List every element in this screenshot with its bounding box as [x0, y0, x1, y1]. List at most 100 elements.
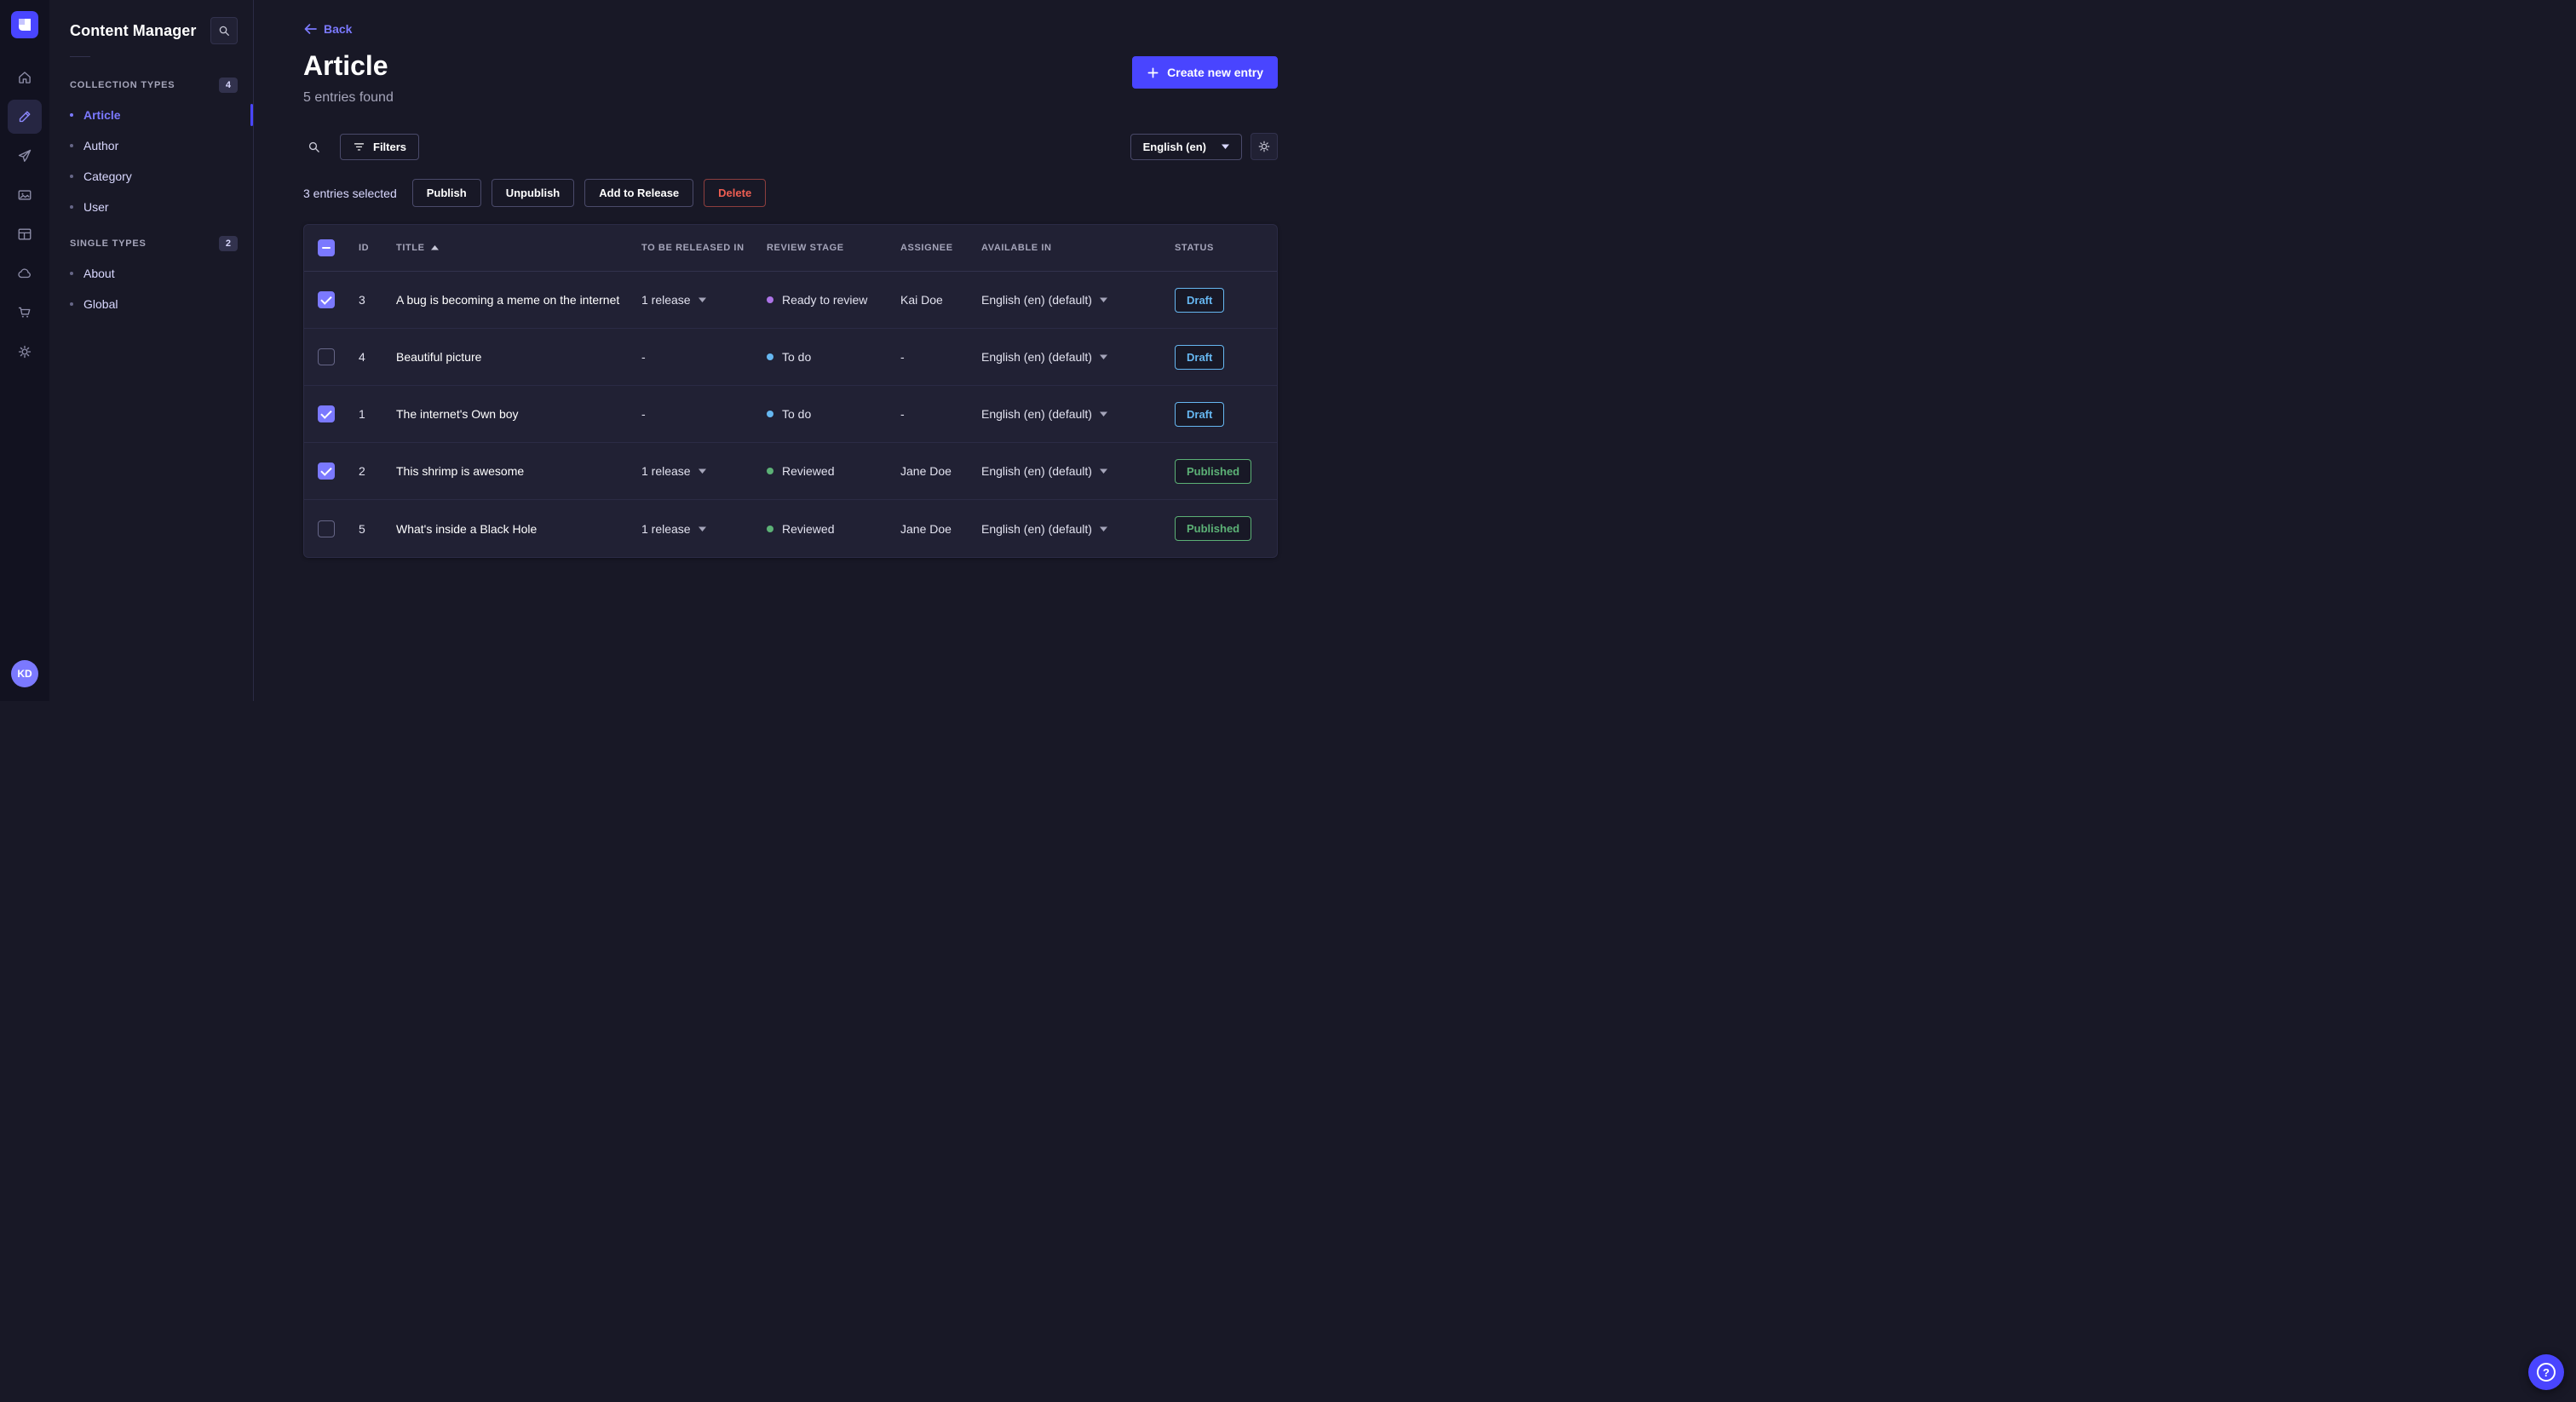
app-root: KD Content Manager COLLECTION TYPES 4 Ar… — [0, 0, 1288, 701]
table-row[interactable]: 5 What's inside a Black Hole 1 release R… — [304, 500, 1277, 557]
row-checkbox[interactable] — [318, 463, 335, 480]
chevron-down-icon — [1099, 468, 1107, 474]
column-header-title[interactable]: TITLE — [396, 243, 641, 253]
row-title[interactable]: This shrimp is awesome — [396, 464, 641, 478]
locale-dropdown[interactable]: English (en) (default) — [981, 293, 1175, 307]
content-type-builder-icon[interactable] — [8, 217, 42, 251]
section-label: SINGLE TYPES — [70, 238, 147, 249]
strapi-logo[interactable] — [11, 11, 38, 38]
assignee: Kai Doe — [900, 293, 943, 307]
release-caret — [698, 468, 706, 474]
content-manager-subnav: Content Manager COLLECTION TYPES 4 Artic… — [49, 0, 254, 701]
subnav-search-button[interactable] — [210, 17, 238, 44]
table-row[interactable]: 4 Beautiful picture - To do - English (e… — [304, 329, 1277, 386]
review-stage: Reviewed — [767, 522, 900, 536]
release-dropdown[interactable]: 1 release — [641, 293, 767, 307]
row-title[interactable]: What's inside a Black Hole — [396, 522, 641, 536]
table-row[interactable]: 1 The internet's Own boy - To do - Engli… — [304, 386, 1277, 443]
assignee: Jane Doe — [900, 464, 952, 478]
user-avatar[interactable]: KD — [11, 660, 38, 687]
sidebar-item-user[interactable]: User — [49, 192, 253, 222]
sidebar-item-label: Global — [83, 297, 118, 311]
sidebar-item-global[interactable]: Global — [49, 289, 253, 319]
unpublish-button[interactable]: Unpublish — [491, 179, 575, 207]
chevron-down-icon — [1099, 297, 1107, 302]
release-caret — [698, 297, 706, 302]
bullet-icon — [70, 144, 73, 147]
status-badge: Published — [1175, 516, 1252, 541]
list-search-button[interactable] — [303, 136, 325, 158]
delete-button[interactable]: Delete — [704, 179, 767, 207]
column-header-available-in: AVAILABLE IN — [981, 243, 1052, 253]
entries-count: 5 entries found — [303, 90, 394, 105]
section-label: COLLECTION TYPES — [70, 80, 175, 90]
chevron-down-icon — [1099, 354, 1107, 359]
row-checkbox[interactable] — [318, 405, 335, 422]
add-to-release-button[interactable]: Add to Release — [584, 179, 694, 207]
help-button[interactable]: ? — [2528, 1354, 2564, 1390]
section-count-badge: 2 — [218, 236, 238, 251]
row-checkbox[interactable] — [318, 520, 335, 537]
subnav-divider — [70, 56, 90, 57]
sidebar-item-label: Article — [83, 108, 121, 122]
home-icon[interactable] — [8, 60, 42, 95]
release-dropdown[interactable]: 1 release — [641, 522, 767, 536]
review-stage-dot — [767, 525, 773, 532]
bullet-icon — [70, 205, 73, 209]
media-library-icon[interactable] — [8, 178, 42, 212]
release-dropdown[interactable]: 1 release — [641, 464, 767, 478]
row-title[interactable]: The internet's Own boy — [396, 407, 641, 421]
column-header-id[interactable]: ID — [359, 243, 396, 253]
column-header-assignee: ASSIGNEE — [900, 243, 953, 253]
filter-icon — [354, 142, 365, 151]
sidebar-item-category[interactable]: Category — [49, 161, 253, 192]
review-stage: Reviewed — [767, 464, 900, 478]
table-row[interactable]: 2 This shrimp is awesome 1 release Revie… — [304, 443, 1277, 500]
chevron-down-icon — [1099, 526, 1107, 531]
bullet-icon — [70, 175, 73, 178]
review-stage-dot — [767, 353, 773, 360]
back-link[interactable]: Back — [303, 22, 352, 36]
settings-gear-icon[interactable] — [8, 335, 42, 369]
marketplace-cart-icon[interactable] — [8, 296, 42, 330]
collection-types-section: COLLECTION TYPES 4 Article Author Catego… — [49, 71, 253, 222]
release-caret — [698, 526, 706, 531]
review-stage-dot — [767, 468, 773, 474]
publish-button[interactable]: Publish — [411, 179, 481, 207]
locale-dropdown[interactable]: English (en) (default) — [981, 407, 1175, 421]
releases-icon[interactable] — [8, 139, 42, 173]
main-nav-rail: KD — [0, 0, 49, 701]
deploy-cloud-icon[interactable] — [8, 256, 42, 290]
page-title-block: Article 5 entries found — [303, 50, 394, 106]
column-header-status: STATUS — [1175, 243, 1214, 253]
create-new-entry-button[interactable]: Create new entry — [1132, 56, 1278, 89]
table-row[interactable]: 3 A bug is becoming a meme on the intern… — [304, 272, 1277, 329]
sidebar-item-label: User — [83, 200, 109, 214]
search-icon — [308, 141, 319, 152]
plus-icon — [1147, 67, 1159, 78]
content-manager-icon[interactable] — [8, 100, 42, 134]
row-checkbox[interactable] — [318, 348, 335, 365]
locale-dropdown[interactable]: English (en) (default) — [981, 522, 1175, 536]
sidebar-item-about[interactable]: About — [49, 258, 253, 289]
row-checkbox[interactable] — [318, 291, 335, 308]
sort-ascending-icon — [430, 245, 439, 250]
row-id: 2 — [359, 464, 365, 478]
release-dropdown[interactable]: - — [641, 350, 767, 364]
sidebar-item-author[interactable]: Author — [49, 130, 253, 161]
locale-dropdown[interactable]: English (en) (default) — [981, 464, 1175, 478]
filters-button[interactable]: Filters — [340, 133, 420, 160]
row-title[interactable]: Beautiful picture — [396, 350, 641, 364]
locale-dropdown[interactable]: English (en) (default) — [981, 350, 1175, 364]
search-icon — [219, 26, 229, 36]
bullet-icon — [70, 113, 73, 117]
select-all-checkbox[interactable] — [318, 239, 335, 256]
row-title[interactable]: A bug is becoming a meme on the internet — [396, 293, 641, 307]
view-settings-button[interactable] — [1251, 133, 1278, 160]
sidebar-item-label: Author — [83, 139, 119, 152]
release-dropdown[interactable]: - — [641, 407, 767, 421]
locale-select[interactable]: English (en) — [1130, 133, 1242, 160]
bullet-icon — [70, 272, 73, 275]
main-content: Back Article 5 entries found Create new … — [254, 0, 1288, 701]
sidebar-item-article[interactable]: Article — [49, 100, 253, 130]
